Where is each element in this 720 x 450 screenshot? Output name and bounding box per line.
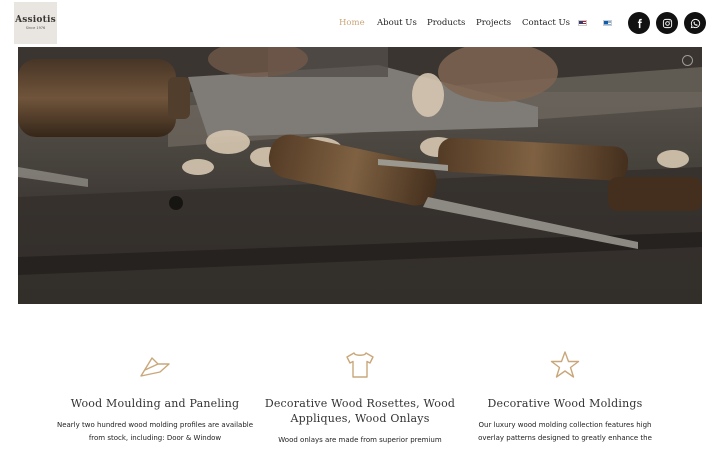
gr-flag-icon[interactable] [603, 20, 612, 26]
feature-decorative-moldings: Decorative Wood Moldings Our luxury wood… [465, 350, 665, 444]
hero-slider[interactable] [18, 47, 702, 304]
nav-products[interactable]: Products [427, 17, 465, 29]
facebook-button[interactable] [628, 12, 650, 34]
nav-contact-us[interactable]: Contact Us [522, 17, 570, 29]
feature-text: Nearly two hundred wood molding profiles… [56, 421, 254, 442]
whatsapp-icon [690, 18, 700, 28]
feature-wood-moulding: Wood Moulding and Paneling Nearly two hu… [55, 350, 255, 444]
feature-text: Wood onlays are made from superior premi… [278, 436, 442, 444]
instagram-icon [662, 18, 672, 28]
tshirt-icon [346, 352, 374, 378]
nav-projects[interactable]: Projects [476, 17, 511, 29]
nav-about-us[interactable]: About Us [377, 17, 417, 29]
instagram-button[interactable] [656, 12, 678, 34]
facebook-icon [637, 18, 642, 28]
wood-plane-icon [140, 357, 170, 377]
star-icon [550, 351, 580, 378]
feature-text: Our luxury wood molding collection featu… [478, 421, 652, 442]
feature-title: Decorative Wood Rosettes, Wood Appliques… [264, 397, 456, 425]
nav-home[interactable]: Home [339, 17, 365, 29]
en-flag-icon[interactable] [578, 20, 587, 26]
whatsapp-button[interactable] [684, 12, 706, 34]
slider-dot[interactable] [682, 55, 693, 66]
feature-title: Decorative Wood Moldings [487, 397, 643, 410]
hero-overlay [18, 47, 702, 304]
feature-decorative-rosettes: Decorative Wood Rosettes, Wood Appliques… [260, 350, 460, 447]
site-header: Assiotis Since 1976 Home About Us Produc… [0, 0, 720, 46]
feature-title: Wood Moulding and Paneling [70, 397, 240, 410]
main-nav: Home About Us Products Projects Contact … [0, 17, 720, 31]
